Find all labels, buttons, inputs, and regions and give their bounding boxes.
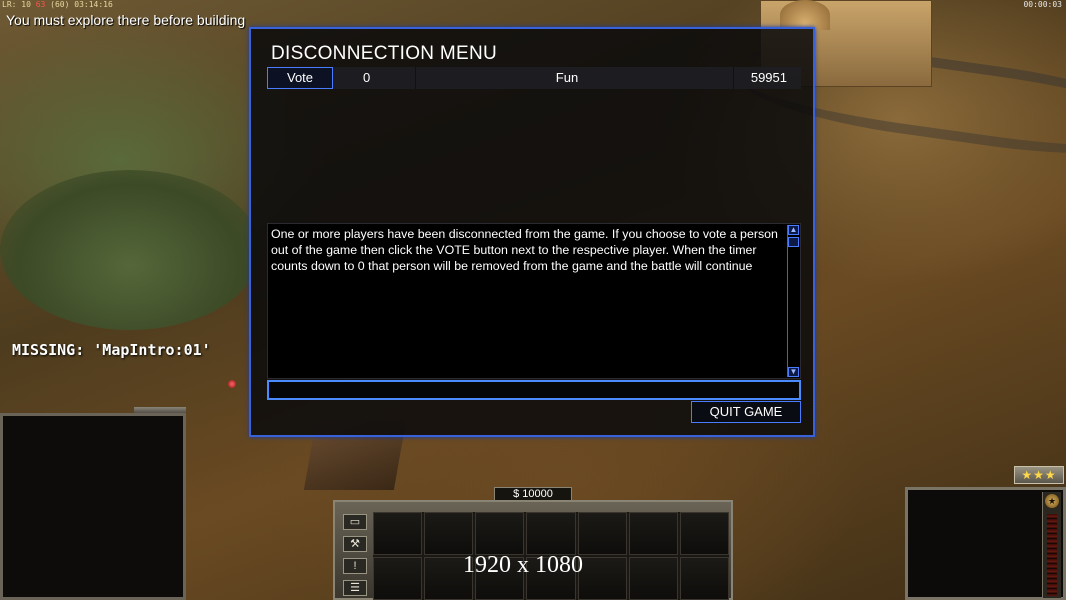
chat-icon[interactable]: ☰: [343, 580, 367, 596]
resolution-label: 1920 x 1080: [463, 552, 583, 578]
terrain-hill: [0, 170, 260, 330]
star-icon[interactable]: ★: [1045, 494, 1059, 508]
vote-button[interactable]: Vote: [267, 67, 333, 89]
command-slot[interactable]: [475, 512, 525, 555]
general-panel: ★: [905, 487, 1066, 600]
arrow-down-icon[interactable]: ▼: [788, 367, 799, 377]
message-scrollbar[interactable]: ▲ ▼: [787, 225, 799, 377]
command-slot[interactable]: [628, 557, 678, 600]
command-bar: ▭ ⚒ ! ☰: [333, 500, 733, 600]
column-divider: [733, 67, 734, 89]
command-slot[interactable]: [424, 512, 474, 555]
power-meter: ★: [1042, 492, 1061, 598]
command-slot[interactable]: [628, 512, 678, 555]
command-slot[interactable]: [679, 512, 729, 555]
dialog-title: DISCONNECTION MENU: [271, 43, 498, 64]
player-timer: 59951: [750, 70, 787, 85]
scroll-thumb[interactable]: [788, 237, 799, 247]
quit-game-button[interactable]: QUIT GAME: [691, 401, 801, 423]
fps-counter: LR: 10 63 (60) 03:14:16: [2, 0, 113, 9]
power-bars: [1047, 514, 1057, 596]
command-slot[interactable]: [526, 512, 576, 555]
beacon-light: [228, 380, 236, 388]
command-slot[interactable]: [373, 557, 423, 600]
game-timer: 00:00:03: [1023, 0, 1062, 9]
wrench-icon[interactable]: ⚒: [343, 536, 367, 552]
missing-string-message: MISSING: 'MapIntro:01': [12, 341, 211, 359]
column-divider: [415, 67, 416, 89]
structure-dome: [780, 0, 830, 30]
general-rank-stars[interactable]: ★★★: [1014, 466, 1064, 484]
player-row: Vote 0 Fun 59951: [267, 67, 801, 89]
command-side-buttons: ▭ ⚒ ! ☰: [339, 512, 371, 600]
disconnect-message: One or more players have been disconnect…: [271, 227, 778, 273]
explore-message: You must explore there before building: [6, 12, 246, 28]
disconnection-dialog: DISCONNECTION MENU Vote 0 Fun 59951 One …: [249, 27, 815, 437]
arrow-up-icon[interactable]: ▲: [788, 225, 799, 235]
command-slot[interactable]: [679, 557, 729, 600]
window-icon[interactable]: ▭: [343, 514, 367, 530]
radar-minimap[interactable]: [0, 413, 186, 600]
command-slot[interactable]: [577, 512, 627, 555]
alert-icon[interactable]: !: [343, 558, 367, 574]
vote-count: 0: [363, 70, 371, 85]
message-box: One or more players have been disconnect…: [267, 223, 801, 379]
player-name: Fun: [555, 70, 579, 85]
chat-input[interactable]: [267, 380, 801, 400]
command-slot[interactable]: [373, 512, 423, 555]
command-slot[interactable]: [577, 557, 627, 600]
